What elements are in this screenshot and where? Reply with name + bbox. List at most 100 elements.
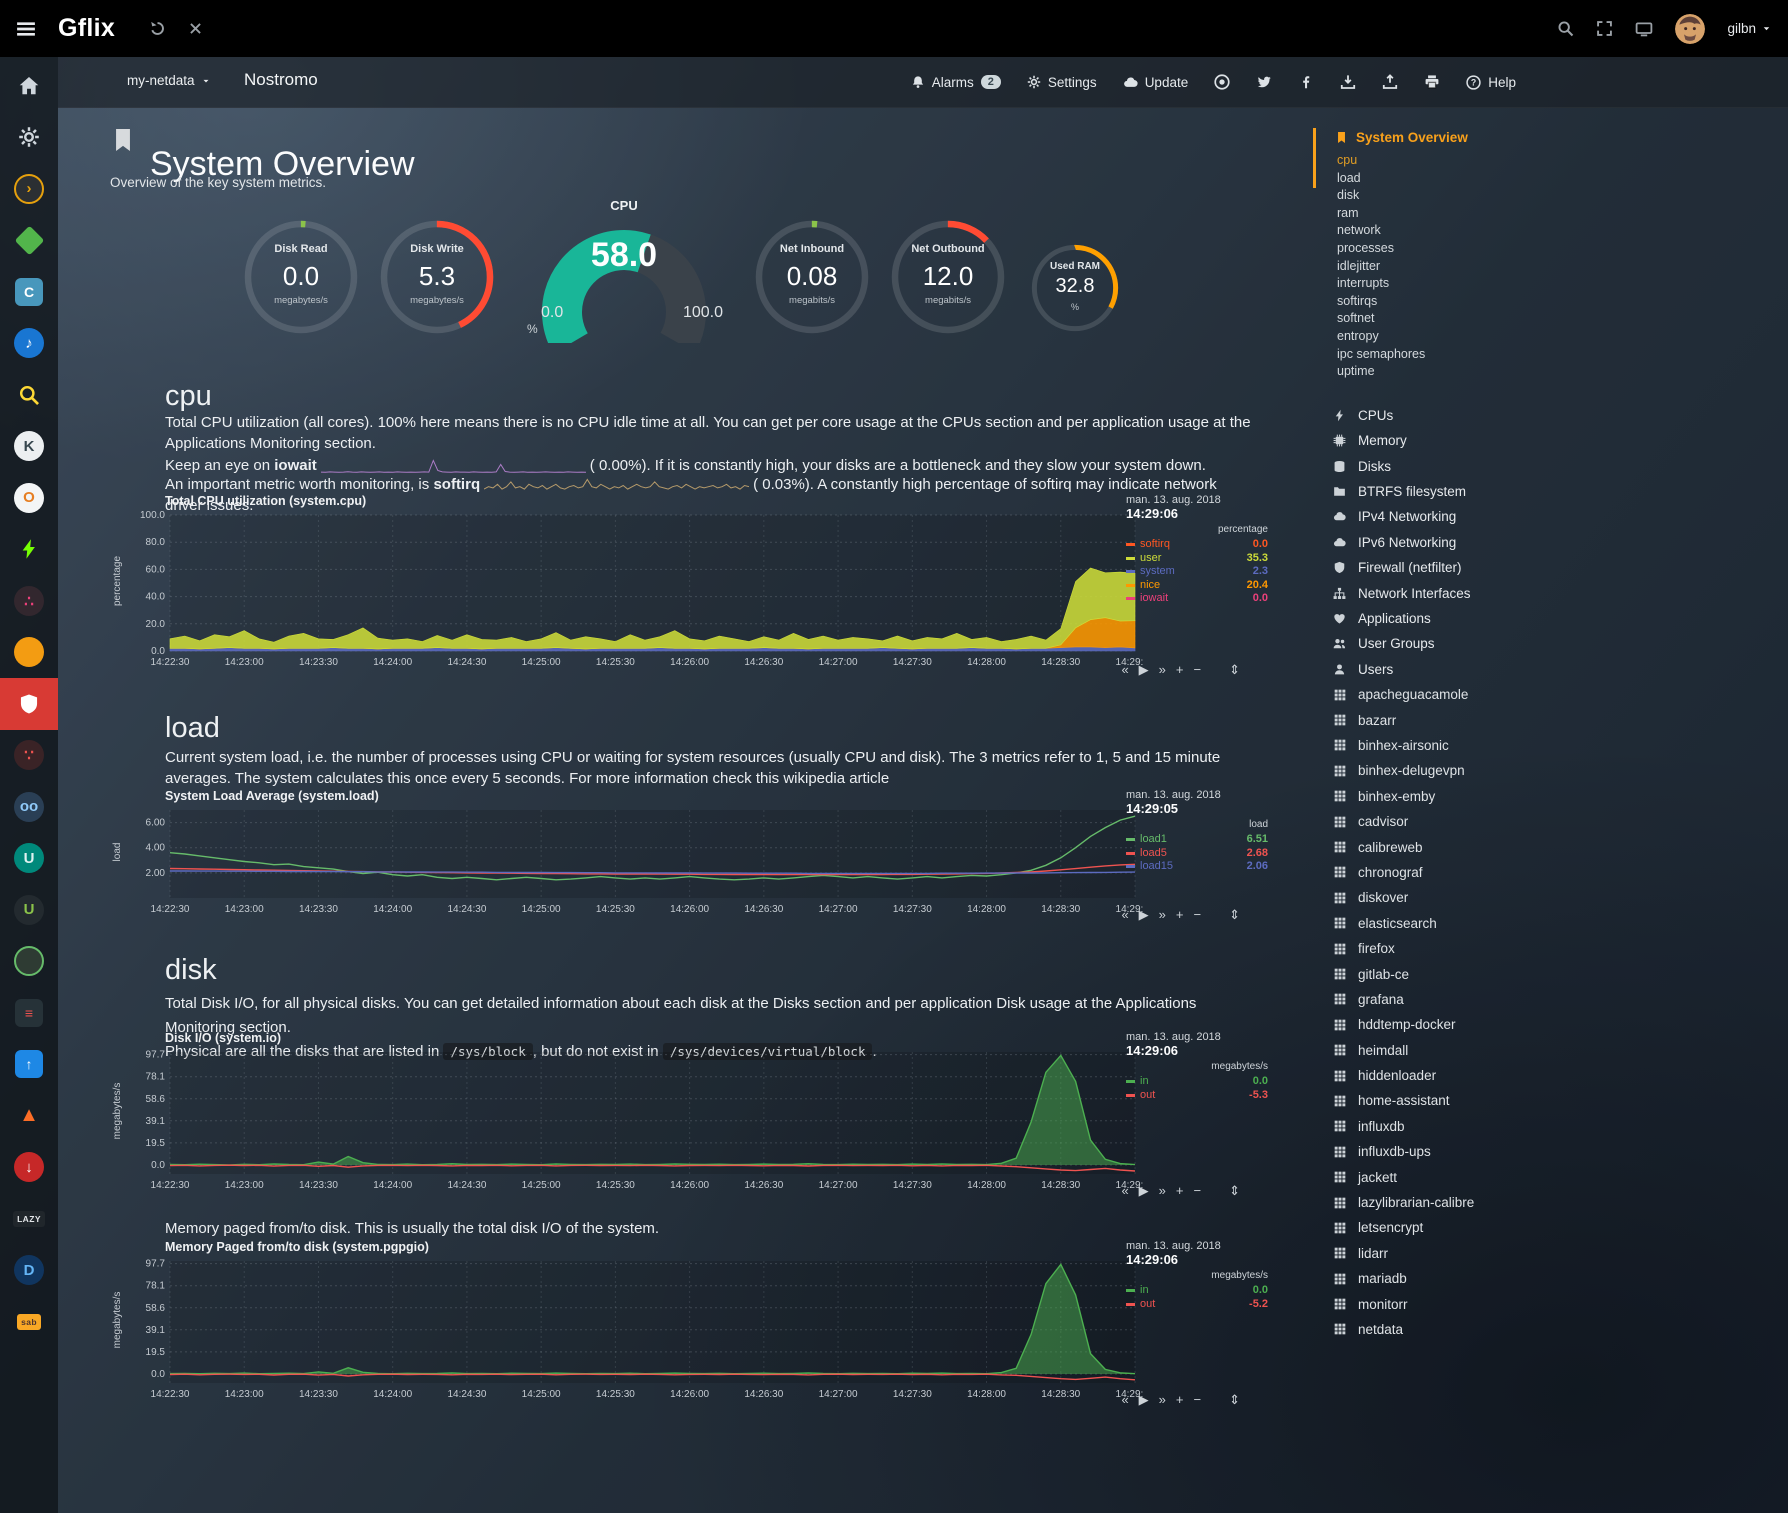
menu-app-grafana[interactable]: grafana bbox=[1313, 987, 1775, 1012]
menu-sub-idlejitter[interactable]: idlejitter bbox=[1313, 258, 1775, 276]
legend-load15[interactable]: load152.06 bbox=[1126, 860, 1268, 874]
hamburger-menu-icon[interactable] bbox=[16, 19, 36, 39]
menu-app-home-assistant[interactable]: home-assistant bbox=[1313, 1088, 1775, 1113]
cpu-chart-canvas[interactable]: 100.080.060.040.020.00.014:22:3014:23:00… bbox=[124, 509, 1143, 669]
legend-load1[interactable]: load16.51 bbox=[1126, 833, 1268, 847]
menu-section-cpus[interactable]: CPUs bbox=[1313, 403, 1775, 428]
chart-pan-back-button[interactable]: « bbox=[1121, 1183, 1128, 1199]
legend-in[interactable]: in0.0 bbox=[1126, 1284, 1268, 1298]
chart-pan-fwd-button[interactable]: » bbox=[1159, 907, 1166, 923]
sidebar-app-webtools[interactable] bbox=[0, 936, 58, 988]
menu-app-influxdb-ups[interactable]: influxdb-ups bbox=[1313, 1139, 1775, 1164]
menu-sub-entropy[interactable]: entropy bbox=[1313, 328, 1775, 346]
menu-sub-interrupts[interactable]: interrupts bbox=[1313, 275, 1775, 293]
menu-section-disks[interactable]: Disks bbox=[1313, 454, 1775, 479]
menu-section-memory[interactable]: Memory bbox=[1313, 428, 1775, 453]
legend-system[interactable]: system2.3 bbox=[1126, 565, 1268, 579]
sidebar-app-ubooquity[interactable] bbox=[0, 627, 58, 679]
chart-resize-handle[interactable]: ⇕ bbox=[1229, 1183, 1240, 1199]
gauge-net-outbound[interactable]: Net Outbound 12.0 megabits/s bbox=[888, 217, 1008, 337]
menu-sub-ipc-semaphores[interactable]: ipc semaphores bbox=[1313, 346, 1775, 364]
menu-section-system-overview[interactable]: System Overview bbox=[1313, 126, 1775, 148]
legend-in[interactable]: in0.0 bbox=[1126, 1075, 1268, 1089]
legend-softirq[interactable]: softirq0.0 bbox=[1126, 538, 1268, 552]
chart-zoom-in-button[interactable]: + bbox=[1176, 907, 1184, 923]
import-button[interactable] bbox=[1340, 74, 1356, 90]
menu-app-gitlab-ce[interactable]: gitlab-ce bbox=[1313, 961, 1775, 986]
menu-app-firefox[interactable]: firefox bbox=[1313, 936, 1775, 961]
menu-app-binhex-emby[interactable]: binhex-emby bbox=[1313, 784, 1775, 809]
facebook-link[interactable] bbox=[1298, 74, 1314, 90]
fullscreen-icon[interactable] bbox=[1596, 20, 1613, 37]
chart-play-button[interactable]: ▶ bbox=[1139, 1392, 1149, 1408]
menu-app-calibreweb[interactable]: calibreweb bbox=[1313, 834, 1775, 859]
sidebar-app-plex[interactable]: › bbox=[0, 163, 58, 215]
chart-zoom-out-button[interactable]: − bbox=[1194, 662, 1202, 678]
print-button[interactable] bbox=[1424, 74, 1440, 90]
chart-play-button[interactable]: ▶ bbox=[1139, 1183, 1149, 1199]
load-chart-canvas[interactable]: 6.004.002.0014:22:3014:23:0014:23:3014:2… bbox=[124, 804, 1143, 916]
sidebar-app-jackett[interactable] bbox=[0, 369, 58, 421]
sidebar-app-download-station[interactable]: ↓ bbox=[0, 1142, 58, 1194]
sidebar-app-tautulli[interactable]: ∴ bbox=[0, 575, 58, 627]
sidebar-app-unmanic[interactable]: U bbox=[0, 833, 58, 885]
menu-app-letsencrypt[interactable]: letsencrypt bbox=[1313, 1215, 1775, 1240]
chart-pan-back-button[interactable]: « bbox=[1121, 662, 1128, 678]
chart-zoom-in-button[interactable]: + bbox=[1176, 1392, 1184, 1408]
iowait-sparkline[interactable] bbox=[321, 459, 586, 474]
menu-app-cadvisor[interactable]: cadvisor bbox=[1313, 809, 1775, 834]
sidebar-app-netdata[interactable] bbox=[0, 678, 58, 730]
menu-app-binhex-delugevpn[interactable]: binhex-delugevpn bbox=[1313, 758, 1775, 783]
sidebar-app-influxdb[interactable] bbox=[0, 524, 58, 576]
menu-section-user-groups[interactable]: User Groups bbox=[1313, 631, 1775, 656]
menu-app-monitorr[interactable]: monitorr bbox=[1313, 1291, 1775, 1316]
server-dropdown[interactable]: my-netdata bbox=[127, 73, 211, 88]
menu-section-network-interfaces[interactable]: Network Interfaces bbox=[1313, 580, 1775, 605]
chart-zoom-in-button[interactable]: + bbox=[1176, 1183, 1184, 1199]
sidebar-app-kitana[interactable]: K bbox=[0, 421, 58, 473]
twitter-link[interactable] bbox=[1256, 74, 1272, 90]
menu-section-ipv6-networking[interactable]: IPv6 Networking bbox=[1313, 530, 1775, 555]
sidebar-app-emby[interactable] bbox=[0, 215, 58, 267]
sidebar-app-airsonic[interactable]: ♪ bbox=[0, 318, 58, 370]
chart-pan-fwd-button[interactable]: » bbox=[1159, 662, 1166, 678]
gauge-used-ram[interactable]: Used RAM 32.8 % bbox=[1029, 242, 1121, 334]
legend-load5[interactable]: load52.68 bbox=[1126, 847, 1268, 861]
menu-app-binhex-airsonic[interactable]: binhex-airsonic bbox=[1313, 733, 1775, 758]
gauge-disk-write[interactable]: Disk Write 5.3 megabytes/s bbox=[377, 217, 497, 337]
chart-play-button[interactable]: ▶ bbox=[1139, 907, 1149, 923]
sidebar-app-sabnzbd[interactable]: sab bbox=[0, 1296, 58, 1348]
sidebar-app-krusader[interactable]: ∵ bbox=[0, 730, 58, 782]
menu-sub-softirqs[interactable]: softirqs bbox=[1313, 293, 1775, 311]
menu-app-mariadb[interactable]: mariadb bbox=[1313, 1266, 1775, 1291]
menu-app-heimdall[interactable]: heimdall bbox=[1313, 1037, 1775, 1062]
legend-user[interactable]: user35.3 bbox=[1126, 552, 1268, 566]
github-link[interactable] bbox=[1214, 74, 1230, 90]
chart-zoom-in-button[interactable]: + bbox=[1176, 662, 1184, 678]
pgpgio-chart-canvas[interactable]: 97.778.158.639.119.50.014:22:3014:23:001… bbox=[124, 1255, 1143, 1401]
sidebar-app-qdirstat[interactable]: ≡ bbox=[0, 987, 58, 1039]
chart-zoom-out-button[interactable]: − bbox=[1194, 907, 1202, 923]
menu-sub-network[interactable]: network bbox=[1313, 222, 1775, 240]
menu-sub-softnet[interactable]: softnet bbox=[1313, 310, 1775, 328]
menu-section-firewall-netfilter[interactable]: Firewall (netfilter) bbox=[1313, 555, 1775, 580]
sidebar-app-gitlab[interactable]: ▲ bbox=[0, 1090, 58, 1142]
tabs-icon[interactable] bbox=[1635, 20, 1653, 38]
alarms-button[interactable]: Alarms 2 bbox=[911, 75, 1001, 90]
update-button[interactable]: Update bbox=[1123, 75, 1189, 90]
chart-resize-handle[interactable]: ⇕ bbox=[1229, 662, 1240, 678]
avatar[interactable] bbox=[1675, 14, 1705, 44]
sidebar-app-lazylibrarian[interactable]: LAZY bbox=[0, 1193, 58, 1245]
menu-sub-processes[interactable]: processes bbox=[1313, 240, 1775, 258]
legend-nice[interactable]: nice20.4 bbox=[1126, 579, 1268, 593]
export-button[interactable] bbox=[1382, 74, 1398, 90]
menu-app-bazarr[interactable]: bazarr bbox=[1313, 707, 1775, 732]
menu-app-apacheguacamole[interactable]: apacheguacamole bbox=[1313, 682, 1775, 707]
softirq-sparkline[interactable] bbox=[484, 478, 749, 493]
menu-sub-ram[interactable]: ram bbox=[1313, 205, 1775, 223]
chart-pan-back-button[interactable]: « bbox=[1121, 907, 1128, 923]
disk-chart-canvas[interactable]: 97.778.158.639.119.50.014:22:3014:23:001… bbox=[124, 1046, 1143, 1192]
gauge-cpu[interactable]: CPU 58.0 0.0 100.0 % bbox=[519, 198, 729, 343]
menu-section-users[interactable]: Users bbox=[1313, 657, 1775, 682]
menu-sub-uptime[interactable]: uptime bbox=[1313, 363, 1775, 381]
